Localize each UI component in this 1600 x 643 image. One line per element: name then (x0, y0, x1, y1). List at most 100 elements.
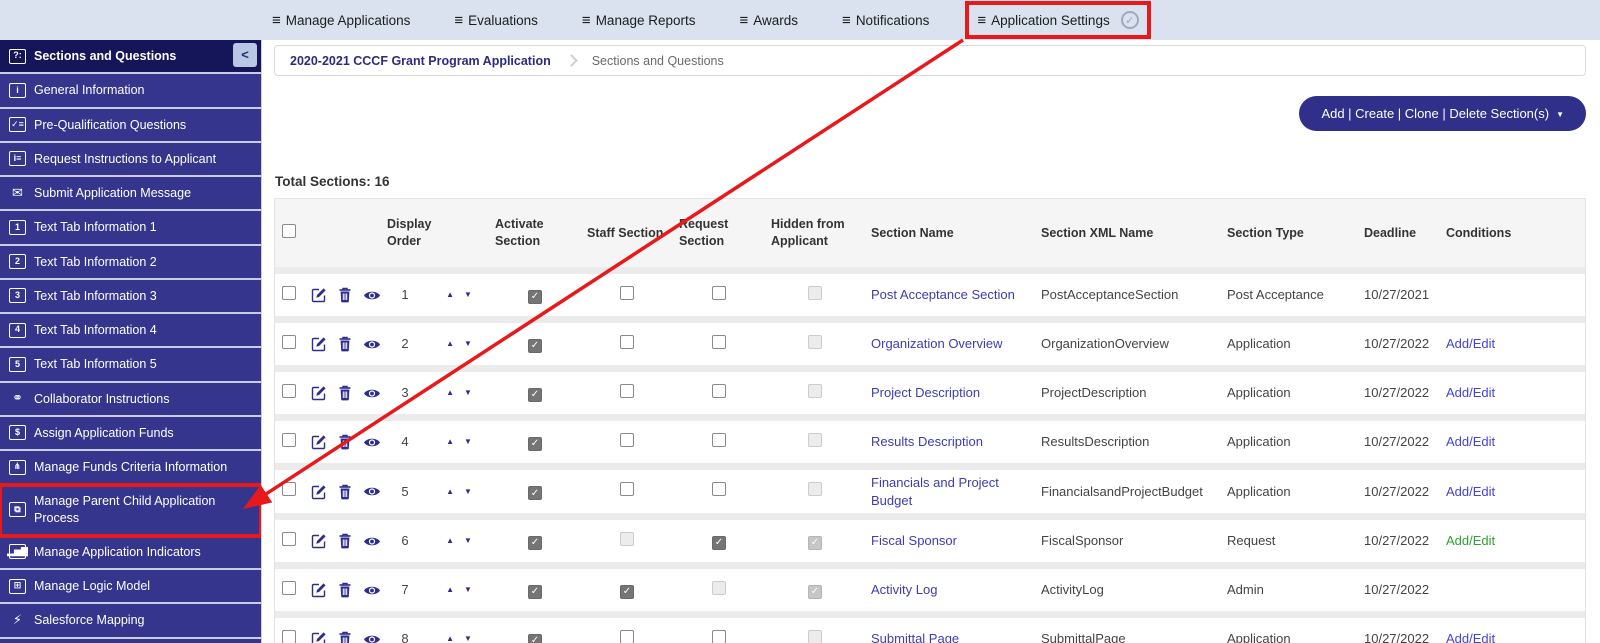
conditions-add-edit-link[interactable]: Add/Edit (1440, 528, 1585, 554)
row-select-checkbox[interactable] (282, 334, 296, 349)
edit-button[interactable] (311, 631, 327, 643)
row-select-checkbox[interactable] (282, 432, 296, 447)
staff-section-checkbox[interactable]: ✓ (620, 584, 634, 599)
move-down-button[interactable]: ▼ (464, 291, 472, 299)
activate-section-checkbox[interactable]: ✓ (528, 289, 542, 304)
add-create-clone-delete-section-button[interactable]: Add | Create | Clone | Delete Section(s)… (1299, 96, 1586, 131)
activate-section-checkbox[interactable]: ✓ (528, 486, 542, 501)
sidebar-item-text-tab-information-5[interactable]: 5 Text Tab Information 5 (0, 348, 261, 383)
delete-button[interactable] (338, 385, 352, 401)
section-name-link[interactable]: Project Description (865, 380, 1035, 406)
move-up-button[interactable]: ▲ (446, 389, 454, 397)
edit-button[interactable] (311, 484, 327, 500)
sidebar-item-manage-parent-child-application-process[interactable]: ⧉ Manage Parent Child Application Process (0, 483, 261, 538)
nav-item-manage-reports[interactable]: ≡ Manage Reports (582, 13, 696, 28)
preview-button[interactable] (363, 584, 381, 597)
sidebar-item-salesforce-mapping[interactable]: ⚡ Salesforce Mapping (0, 604, 261, 639)
sidebar-item-request-instructions-to-applicant[interactable]: i≡ Request Instructions to Applicant (0, 143, 261, 177)
move-down-button[interactable]: ▼ (464, 635, 472, 643)
delete-button[interactable] (338, 336, 352, 352)
nav-item-notifications[interactable]: ≡ Notifications (842, 13, 929, 28)
move-up-button[interactable]: ▲ (446, 586, 454, 594)
move-down-button[interactable]: ▼ (464, 586, 472, 594)
request-section-checkbox[interactable]: ✓ (712, 535, 726, 550)
row-select-checkbox[interactable] (282, 580, 296, 595)
breadcrumb-root-link[interactable]: 2020-2021 CCCF Grant Program Application (290, 54, 551, 68)
preview-button[interactable] (363, 633, 381, 643)
move-down-button[interactable]: ▼ (464, 487, 472, 496)
sidebar-item-sections-and-questions[interactable]: ?: Sections and Questions < (0, 40, 261, 75)
nav-item-evaluations[interactable]: ≡ Evaluations (454, 13, 538, 28)
staff-section-checkbox[interactable] (620, 334, 634, 349)
move-up-button[interactable]: ▲ (446, 438, 454, 446)
preview-button[interactable] (363, 485, 381, 498)
sidebar-item-manage-application-indicators[interactable]: ▂▅▇ Manage Application Indicators (0, 536, 261, 570)
sidebar-item-text-tab-information-1[interactable]: 1 Text Tab Information 1 (0, 211, 261, 246)
edit-button[interactable] (311, 287, 327, 303)
move-down-button[interactable]: ▼ (464, 438, 472, 446)
section-name-link[interactable]: Submittal Page (865, 626, 1035, 643)
preview-button[interactable] (363, 387, 381, 400)
section-name-link[interactable]: Financials and Project Budget (865, 470, 1035, 513)
move-up-button[interactable]: ▲ (446, 340, 454, 348)
sidebar-item-text-tab-information-4[interactable]: 4 Text Tab Information 4 (0, 314, 261, 349)
activate-section-checkbox[interactable]: ✓ (528, 387, 542, 402)
activate-section-checkbox[interactable]: ✓ (528, 535, 542, 550)
move-down-button[interactable]: ▼ (464, 537, 472, 545)
activate-section-checkbox[interactable]: ✓ (528, 584, 542, 599)
move-up-button[interactable]: ▲ (446, 487, 454, 496)
nav-item-manage-applications[interactable]: ≡ Manage Applications (272, 13, 410, 28)
edit-button[interactable] (311, 582, 327, 598)
staff-section-checkbox[interactable] (620, 629, 634, 643)
staff-section-checkbox[interactable] (620, 482, 634, 497)
activate-section-checkbox[interactable]: ✓ (528, 633, 542, 643)
delete-button[interactable] (338, 434, 352, 450)
conditions-add-edit-link[interactable]: Add/Edit (1440, 479, 1585, 505)
move-down-button[interactable]: ▼ (464, 340, 472, 348)
conditions-add-edit-link[interactable]: Add/Edit (1440, 380, 1585, 406)
preview-button[interactable] (363, 338, 381, 351)
section-name-link[interactable]: Post Acceptance Section (865, 282, 1035, 308)
sidebar-item-general-information[interactable]: i General Information (0, 74, 261, 109)
move-up-button[interactable]: ▲ (446, 537, 454, 545)
sidebar-item-text-tab-information-3[interactable]: 3 Text Tab Information 3 (0, 280, 261, 314)
sidebar-item-collaborator-instructions[interactable]: ⚭ Collaborator Instructions (0, 383, 261, 417)
sidebar-item-pre-qualification-questions[interactable]: ✓≡ Pre-Qualification Questions (0, 109, 261, 143)
activate-section-checkbox[interactable]: ✓ (528, 436, 542, 451)
move-up-button[interactable]: ▲ (446, 635, 454, 643)
row-select-checkbox[interactable] (282, 285, 296, 300)
request-section-checkbox[interactable] (712, 334, 726, 349)
nav-item-awards[interactable]: ≡ Awards (740, 13, 799, 28)
delete-button[interactable] (338, 582, 352, 598)
staff-section-checkbox[interactable] (620, 432, 634, 447)
row-select-checkbox[interactable] (282, 629, 296, 643)
request-section-checkbox[interactable] (712, 629, 726, 643)
conditions-add-edit-link[interactable]: Add/Edit (1440, 429, 1585, 455)
sidebar-item-manage-funds-criteria-information[interactable]: ⋔ Manage Funds Criteria Information (0, 451, 261, 486)
preview-button[interactable] (363, 535, 381, 548)
request-section-checkbox[interactable] (712, 285, 726, 300)
request-section-checkbox[interactable] (712, 482, 726, 497)
section-name-link[interactable]: Results Description (865, 429, 1035, 455)
edit-button[interactable] (311, 533, 327, 549)
sidebar-item-submit-application-message[interactable]: ✉ Submit Application Message (0, 177, 261, 212)
nav-item-application-settings[interactable]: ≡ Application Settings ✓ (965, 1, 1151, 39)
edit-button[interactable] (311, 336, 327, 352)
conditions-add-edit-link[interactable]: Add/Edit (1440, 626, 1585, 643)
staff-section-checkbox[interactable] (620, 285, 634, 300)
row-select-checkbox[interactable] (282, 531, 296, 546)
select-all-checkbox[interactable] (282, 223, 296, 238)
delete-button[interactable] (338, 533, 352, 549)
move-up-button[interactable]: ▲ (446, 291, 454, 299)
activate-section-checkbox[interactable]: ✓ (528, 338, 542, 353)
staff-section-checkbox[interactable] (620, 383, 634, 398)
sidebar-item-assign-application-funds[interactable]: $ Assign Application Funds (0, 417, 261, 451)
conditions-add-edit-link[interactable]: Add/Edit (1440, 331, 1585, 357)
row-select-checkbox[interactable] (282, 383, 296, 398)
edit-button[interactable] (311, 434, 327, 450)
preview-button[interactable] (363, 436, 381, 449)
request-section-checkbox[interactable] (712, 432, 726, 447)
sidebar-item-text-tab-information-2[interactable]: 2 Text Tab Information 2 (0, 246, 261, 280)
section-name-link[interactable]: Fiscal Sponsor (865, 528, 1035, 554)
delete-button[interactable] (338, 287, 352, 303)
